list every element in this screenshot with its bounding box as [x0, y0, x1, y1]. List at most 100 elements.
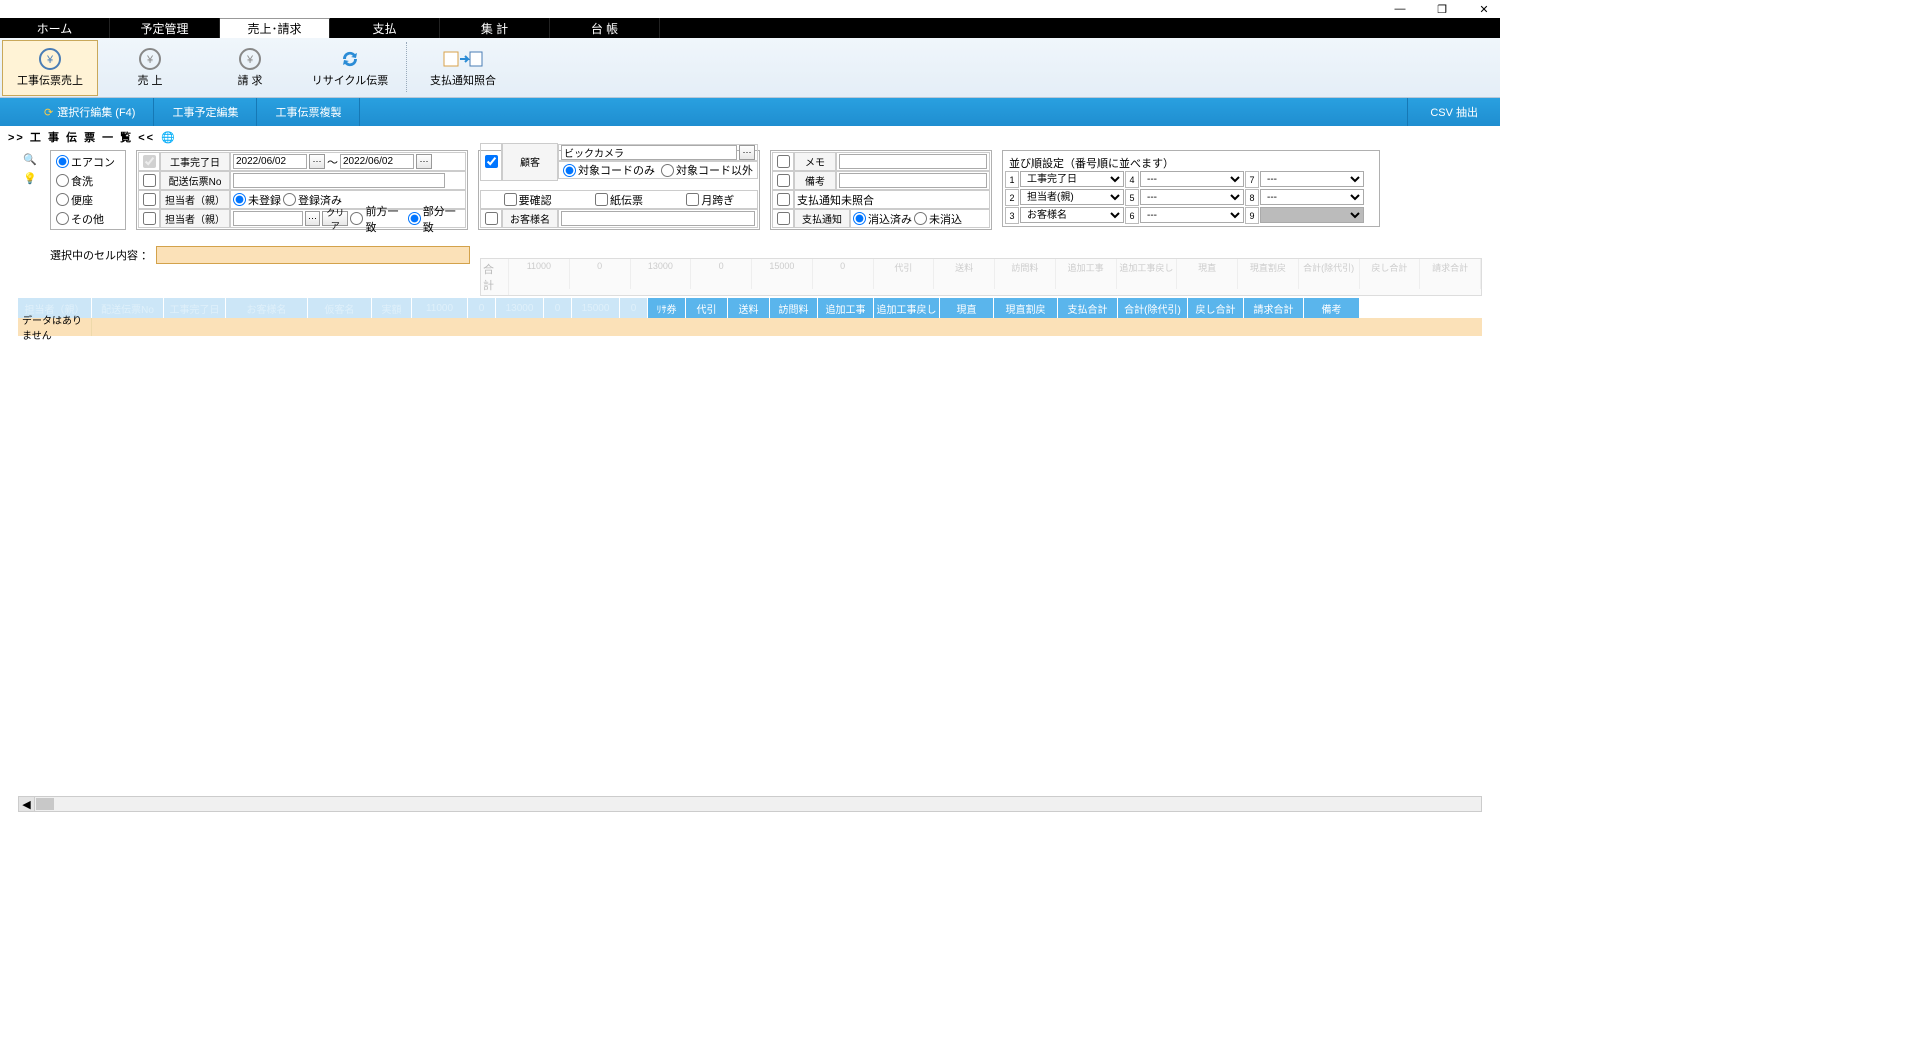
scroll-left-icon[interactable]: ◀: [19, 797, 35, 811]
input-remarks[interactable]: [839, 173, 987, 188]
gh[interactable]: 戻し合計: [1188, 298, 1244, 318]
input-date-from[interactable]: [233, 154, 307, 169]
scroll-thumb[interactable]: [36, 798, 54, 810]
chk-memo[interactable]: [777, 155, 790, 168]
filter-customer-group: 顧客 ⋯ 対象コードのみ 対象コード以外 要確認 紙伝票 月跨ぎ お客様名: [478, 150, 760, 230]
radio-partial-match[interactable]: 部分一致: [408, 203, 463, 235]
input-staff-parent[interactable]: [233, 211, 303, 226]
subtb-edit-selected[interactable]: ⟳ 選択行編集 (F4): [0, 98, 154, 126]
chk-customer[interactable]: [485, 155, 498, 168]
sum-cell: 11000: [509, 259, 570, 289]
date-picker-to-button[interactable]: ⋯: [416, 154, 432, 169]
lightbulb-icon[interactable]: 💡: [23, 172, 37, 185]
sort-8[interactable]: ---: [1260, 189, 1364, 205]
input-delivery-no[interactable]: [233, 173, 445, 188]
gh[interactable]: 現直: [940, 298, 994, 318]
gh[interactable]: 追加工事: [818, 298, 874, 318]
sum-cell: 0: [813, 259, 874, 289]
gh[interactable]: 追加工事戻し: [874, 298, 940, 318]
tab-schedule[interactable]: 予定管理: [110, 18, 220, 38]
gh[interactable]: 0: [468, 298, 496, 318]
ribbon-label: 支払通知照合: [430, 72, 496, 88]
gh[interactable]: 請求合計: [1244, 298, 1304, 318]
gh[interactable]: 備考: [1304, 298, 1360, 318]
subtb-edit-schedule[interactable]: 工事予定編集: [154, 98, 257, 126]
gh[interactable]: 13000: [496, 298, 544, 318]
subtb-csv-export[interactable]: CSV 抽出: [1407, 98, 1500, 126]
chk-staff-parent-name[interactable]: [143, 212, 156, 225]
chk-delivery-no[interactable]: [143, 174, 156, 187]
staff-picker-button[interactable]: ⋯: [305, 211, 320, 226]
chk-unmatched[interactable]: [777, 193, 790, 206]
gh[interactable]: 0: [620, 298, 648, 318]
input-memo[interactable]: [839, 154, 987, 169]
sort-1[interactable]: 工事完了日: [1020, 171, 1124, 187]
globe-icon[interactable]: 🌐: [161, 131, 177, 144]
chk-completion-date[interactable]: [143, 155, 156, 168]
chk-remarks[interactable]: [777, 174, 790, 187]
tab-home[interactable]: ホーム: [0, 18, 110, 38]
sort-6[interactable]: ---: [1140, 207, 1244, 223]
radio-target-only[interactable]: 対象コードのみ: [563, 162, 655, 178]
window-minimize-button[interactable]: —: [1388, 1, 1412, 17]
ribbon-construction-slip-sales[interactable]: ¥ 工事伝票売上: [2, 40, 98, 96]
clear-button[interactable]: クリア: [322, 211, 348, 226]
gh[interactable]: ﾘｻ券: [648, 298, 686, 318]
input-customer[interactable]: [561, 145, 737, 160]
chk-custname[interactable]: [485, 212, 498, 225]
gh[interactable]: 合計(除代引): [1118, 298, 1188, 318]
sort-7[interactable]: ---: [1260, 171, 1364, 187]
gh[interactable]: 支払合計: [1058, 298, 1118, 318]
tab-sales-billing[interactable]: 売上･請求: [220, 18, 330, 38]
sort-2[interactable]: 担当者(親): [1020, 189, 1124, 205]
radio-dishwasher[interactable]: 食洗: [52, 173, 93, 189]
tab-ledger[interactable]: 台 帳: [550, 18, 660, 38]
radio-target-except[interactable]: 対象コード以外: [661, 162, 753, 178]
sum-cell: 13000: [631, 259, 692, 289]
sort-3[interactable]: お客様名: [1020, 207, 1124, 223]
window-maximize-button[interactable]: ❐: [1430, 1, 1454, 17]
input-custname[interactable]: [561, 211, 755, 226]
gh[interactable]: 現直割戻: [994, 298, 1058, 318]
gh[interactable]: 代引: [686, 298, 728, 318]
radio-unreconciled[interactable]: 未消込: [914, 211, 962, 227]
gh[interactable]: 仮客名: [308, 298, 372, 318]
ribbon-billing[interactable]: ¥ 請 求: [202, 40, 298, 96]
radio-aircon[interactable]: エアコン: [52, 154, 115, 170]
chk-staff-parent-reg[interactable]: [143, 193, 156, 206]
ribbon-recycle-slip[interactable]: リサイクル伝票: [302, 40, 398, 96]
chk-paper[interactable]: 紙伝票: [595, 192, 643, 208]
gh[interactable]: 訪問料: [770, 298, 818, 318]
tab-aggregate[interactable]: 集 計: [440, 18, 550, 38]
date-picker-from-button[interactable]: ⋯: [309, 154, 325, 169]
radio-toilet[interactable]: 便座: [52, 192, 93, 208]
gh[interactable]: 11000: [412, 298, 468, 318]
gh[interactable]: 配送伝票No: [92, 298, 164, 318]
tab-payment[interactable]: 支払: [330, 18, 440, 38]
window-close-button[interactable]: ✕: [1472, 1, 1496, 17]
customer-picker-button[interactable]: ⋯: [739, 145, 755, 160]
search-icon[interactable]: 🔍: [23, 153, 37, 166]
radio-unregistered[interactable]: 未登録: [233, 192, 281, 208]
ribbon-payment-notice-match[interactable]: 支払通知照合: [415, 40, 511, 96]
chk-pay-notice[interactable]: [777, 212, 790, 225]
radio-prefix-match[interactable]: 前方一致: [350, 203, 405, 235]
horizontal-scrollbar[interactable]: ◀: [18, 796, 1482, 812]
gh[interactable]: 15000: [572, 298, 620, 318]
radio-reconciled[interactable]: 消込済み: [853, 211, 912, 227]
ribbon-sales[interactable]: ¥ 売 上: [102, 40, 198, 96]
chk-crossmonth[interactable]: 月跨ぎ: [686, 192, 734, 208]
sum-cell: 送料: [934, 259, 995, 289]
gh[interactable]: 送料: [728, 298, 770, 318]
sort-4[interactable]: ---: [1140, 171, 1244, 187]
sort-9[interactable]: [1260, 207, 1364, 223]
gh[interactable]: 実額: [372, 298, 412, 318]
input-date-to[interactable]: [340, 154, 414, 169]
sort-5[interactable]: ---: [1140, 189, 1244, 205]
gh[interactable]: お客様名: [226, 298, 308, 318]
radio-other[interactable]: その他: [52, 211, 104, 227]
subtb-duplicate-slip[interactable]: 工事伝票複製: [257, 98, 360, 126]
gh[interactable]: 工事完了日: [164, 298, 226, 318]
chk-confirm[interactable]: 要確認: [504, 192, 552, 208]
gh[interactable]: 0: [544, 298, 572, 318]
